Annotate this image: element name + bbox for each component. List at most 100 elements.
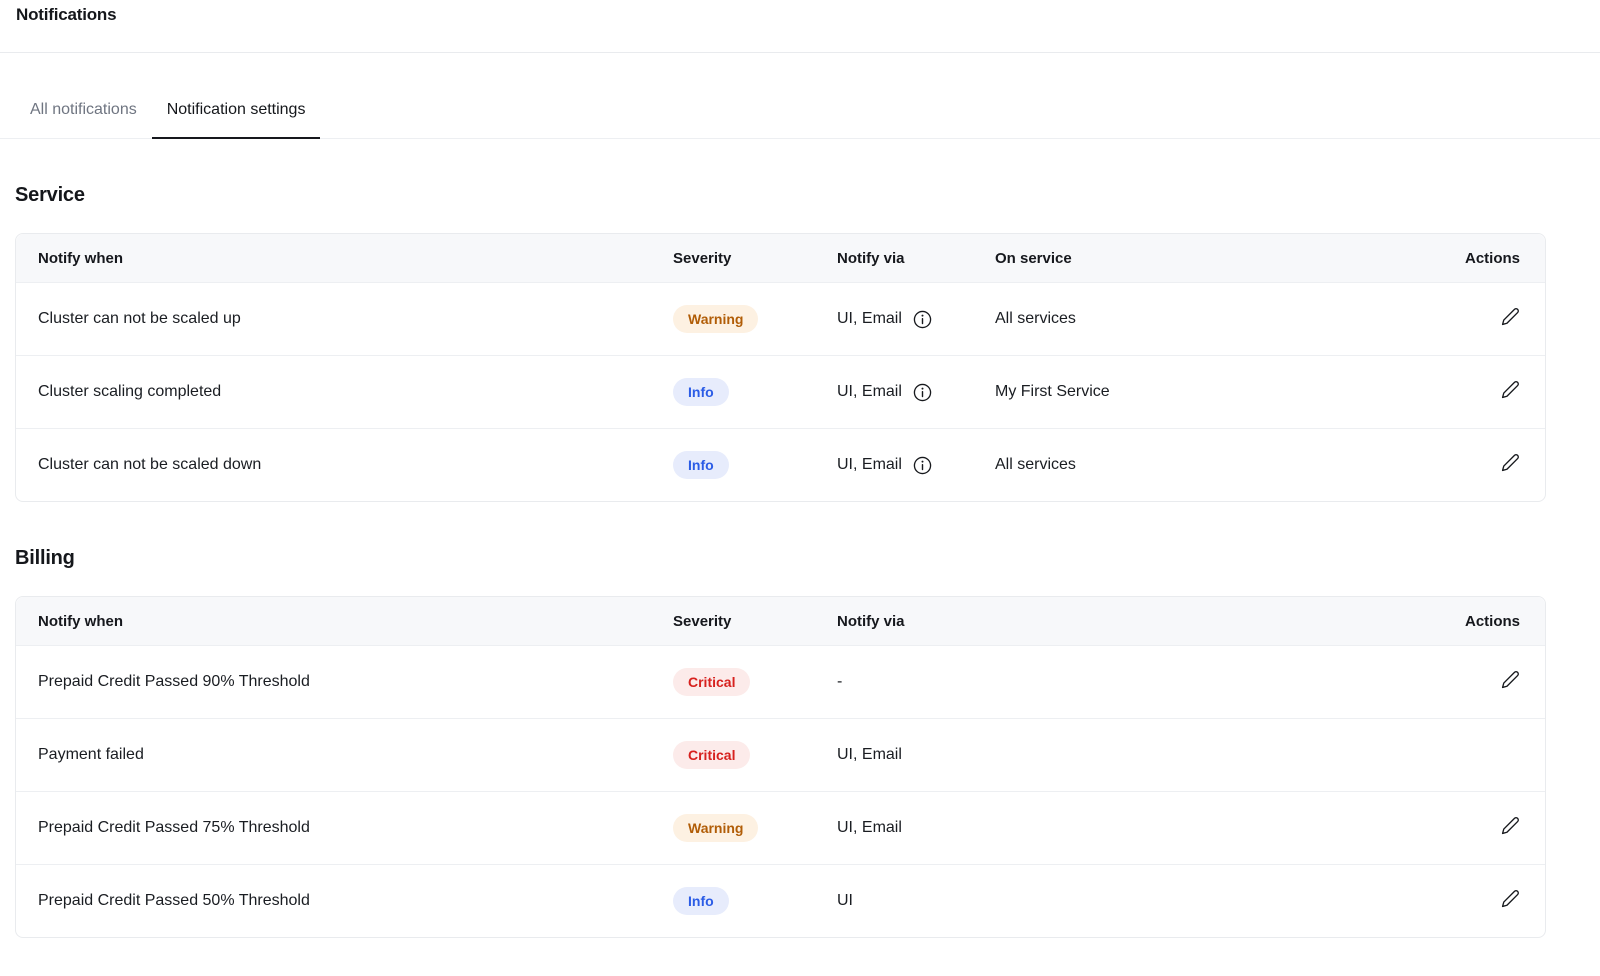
- notify-when-cell: Prepaid Credit Passed 75% Threshold: [16, 791, 673, 864]
- notify-when-cell: Cluster scaling completed: [16, 355, 673, 428]
- info-icon: [913, 456, 932, 475]
- actions-cell: [1425, 428, 1545, 501]
- notify-via-value: UI, Email: [837, 456, 995, 475]
- edit-button[interactable]: [1501, 889, 1520, 908]
- column-header-notify-when: Notify when: [16, 597, 673, 645]
- notify-when-cell: Cluster can not be scaled down: [16, 428, 673, 501]
- section-title-service: Service: [15, 184, 1546, 207]
- tab-all-notifications[interactable]: All notifications: [15, 100, 152, 138]
- notify-via-text: UI, Email: [837, 456, 902, 474]
- page-header: Notifications: [0, 0, 1600, 53]
- notify-via-info-button[interactable]: [913, 456, 932, 475]
- notify-via-value: -: [837, 673, 1425, 691]
- pencil-icon: [1501, 380, 1520, 399]
- notify-via-cell: UI, Email: [837, 428, 995, 501]
- severity-cell: Info: [673, 864, 837, 937]
- section-billing: Billing Notify whenSeverityNotify viaActi…: [15, 547, 1546, 938]
- edit-button[interactable]: [1501, 453, 1520, 472]
- severity-cell: Info: [673, 428, 837, 501]
- info-icon: [913, 310, 932, 329]
- notify-via-value: UI, Email: [837, 310, 995, 329]
- table-header-row: Notify whenSeverityNotify viaOn serviceA…: [16, 234, 1545, 282]
- section-service: Service Notify whenSeverityNotify viaOn s…: [15, 184, 1546, 502]
- pencil-icon: [1501, 816, 1520, 835]
- pencil-icon: [1501, 307, 1520, 326]
- severity-cell: Info: [673, 355, 837, 428]
- table-row: Cluster can not be scaled downInfo UI, Em…: [16, 428, 1545, 501]
- column-header-notify-via: Notify via: [837, 597, 1425, 645]
- edit-button[interactable]: [1501, 816, 1520, 835]
- severity-cell: Warning: [673, 282, 837, 355]
- service-notifications-table: Notify whenSeverityNotify viaOn serviceA…: [15, 233, 1546, 502]
- info-icon: [913, 383, 932, 402]
- notify-via-value: UI, Email: [837, 746, 1425, 764]
- notify-when-cell: Prepaid Credit Passed 90% Threshold: [16, 645, 673, 718]
- notify-via-cell: -: [837, 645, 1425, 718]
- column-header-actions: Actions: [1425, 597, 1545, 645]
- notify-via-text: UI, Email: [837, 383, 902, 401]
- notify-via-cell: UI, Email: [837, 718, 1425, 791]
- notify-via-text: -: [837, 673, 842, 691]
- notify-via-info-button[interactable]: [913, 383, 932, 402]
- actions-cell: [1425, 718, 1545, 791]
- column-header-on-service: On service: [995, 234, 1425, 282]
- notification-settings-content: ServiceNotify whenSeverityNotify viaOn s…: [15, 184, 1546, 938]
- notify-via-text: UI, Email: [837, 746, 902, 764]
- on-service-cell: My First Service: [995, 355, 1425, 428]
- page-title: Notifications: [16, 5, 1584, 25]
- severity-badge-warning: Warning: [673, 305, 758, 333]
- table-row: Cluster scaling completedInfo UI, Email My…: [16, 355, 1545, 428]
- edit-button[interactable]: [1501, 380, 1520, 399]
- notify-via-cell: UI, Email: [837, 791, 1425, 864]
- notify-via-info-button[interactable]: [913, 310, 932, 329]
- notify-via-value: UI, Email: [837, 819, 1425, 837]
- notify-via-cell: UI, Email: [837, 355, 995, 428]
- on-service-cell: All services: [995, 282, 1425, 355]
- edit-button[interactable]: [1501, 307, 1520, 326]
- actions-cell: [1425, 645, 1545, 718]
- actions-cell: [1425, 355, 1545, 428]
- tab-bar: All notifications Notification settings: [0, 53, 1600, 139]
- column-header-severity: Severity: [673, 597, 837, 645]
- table-row: Cluster can not be scaled upWarning UI, E…: [16, 282, 1545, 355]
- pencil-icon: [1501, 889, 1520, 908]
- actions-cell: [1425, 282, 1545, 355]
- column-header-notify-via: Notify via: [837, 234, 995, 282]
- actions-cell: [1425, 791, 1545, 864]
- tab-notification-settings[interactable]: Notification settings: [152, 100, 321, 139]
- pencil-icon: [1501, 670, 1520, 689]
- table-row: Payment failedCritical UI, Email: [16, 718, 1545, 791]
- table-row: Prepaid Credit Passed 50% ThresholdInfo U…: [16, 864, 1545, 937]
- notify-via-value: UI, Email: [837, 383, 995, 402]
- severity-badge-info: Info: [673, 451, 729, 479]
- notify-via-cell: UI: [837, 864, 1425, 937]
- column-header-notify-when: Notify when: [16, 234, 673, 282]
- severity-cell: Critical: [673, 718, 837, 791]
- severity-cell: Critical: [673, 645, 837, 718]
- notify-via-text: UI: [837, 892, 853, 910]
- billing-notifications-table: Notify whenSeverityNotify viaActionsPrep…: [15, 596, 1546, 938]
- notify-via-value: UI: [837, 892, 1425, 910]
- severity-cell: Warning: [673, 791, 837, 864]
- notify-via-cell: UI, Email: [837, 282, 995, 355]
- severity-badge-critical: Critical: [673, 741, 750, 769]
- pencil-icon: [1501, 453, 1520, 472]
- table-row: Prepaid Credit Passed 90% ThresholdCriti…: [16, 645, 1545, 718]
- column-header-actions: Actions: [1425, 234, 1545, 282]
- section-title-billing: Billing: [15, 547, 1546, 570]
- severity-badge-critical: Critical: [673, 668, 750, 696]
- table-header-row: Notify whenSeverityNotify viaActions: [16, 597, 1545, 645]
- column-header-severity: Severity: [673, 234, 837, 282]
- notify-when-cell: Cluster can not be scaled up: [16, 282, 673, 355]
- notify-when-cell: Payment failed: [16, 718, 673, 791]
- on-service-cell: All services: [995, 428, 1425, 501]
- actions-cell: [1425, 864, 1545, 937]
- notify-via-text: UI, Email: [837, 819, 902, 837]
- edit-button[interactable]: [1501, 670, 1520, 689]
- severity-badge-info: Info: [673, 378, 729, 406]
- severity-badge-warning: Warning: [673, 814, 758, 842]
- notify-via-text: UI, Email: [837, 310, 902, 328]
- notify-when-cell: Prepaid Credit Passed 50% Threshold: [16, 864, 673, 937]
- table-row: Prepaid Credit Passed 75% ThresholdWarni…: [16, 791, 1545, 864]
- severity-badge-info: Info: [673, 887, 729, 915]
